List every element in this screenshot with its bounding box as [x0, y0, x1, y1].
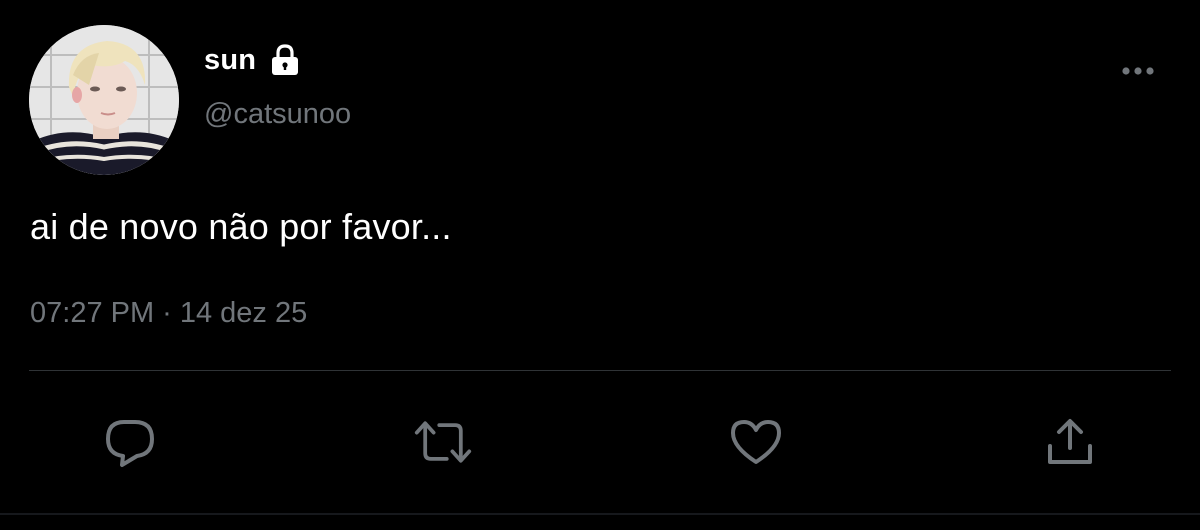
share-icon: [1048, 419, 1092, 464]
bottom-divider: [0, 513, 1200, 515]
tweet-text: ai de novo não por favor...: [30, 206, 452, 247]
more-horizontal-icon: [1122, 67, 1154, 75]
tweet-date: 14 dez 25: [179, 297, 308, 329]
author-display-name[interactable]: sun: [204, 44, 256, 77]
avatar-image: [29, 25, 179, 175]
avatar[interactable]: [29, 25, 179, 175]
like-button[interactable]: [726, 412, 786, 472]
lock-icon: [270, 43, 300, 77]
retweet-icon: [414, 421, 472, 463]
retweet-button[interactable]: [413, 412, 473, 472]
divider: [29, 370, 1171, 371]
meta-separator: ·: [162, 297, 172, 329]
share-button[interactable]: [1040, 412, 1100, 472]
more-options-button[interactable]: [1118, 56, 1158, 86]
tweet-detail: sun @catsunoo ai de novo não por favor..…: [0, 0, 1200, 530]
reply-icon: [106, 420, 154, 467]
reply-button[interactable]: [100, 412, 160, 472]
tweet-timestamp[interactable]: 07:27 PM · 14 dez 25: [30, 297, 307, 330]
tweet-time: 07:27 PM: [30, 297, 155, 329]
author-name-row: sun: [204, 40, 300, 80]
author-handle[interactable]: @catsunoo: [204, 98, 351, 131]
heart-icon: [731, 420, 781, 464]
